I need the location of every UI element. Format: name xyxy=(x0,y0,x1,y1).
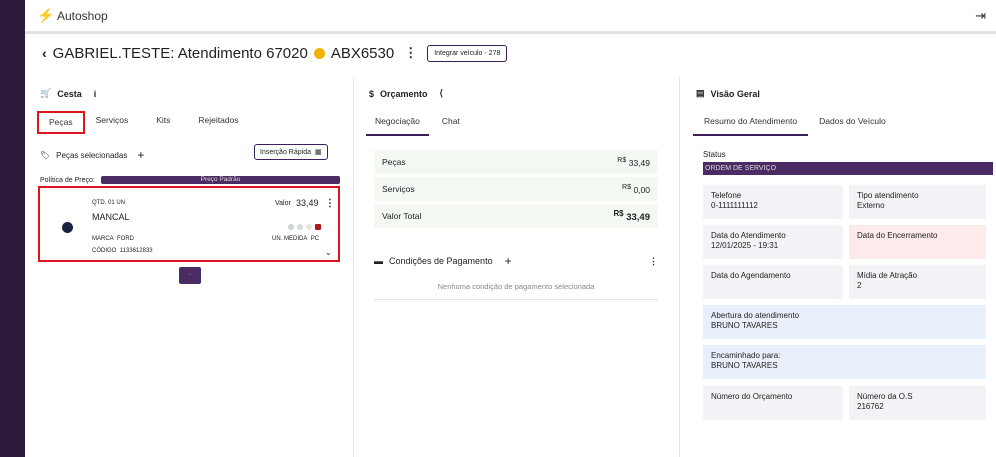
indicator-dot xyxy=(306,224,312,230)
integrate-vehicle-button[interactable]: Integrar veículo - 278 xyxy=(427,44,508,62)
barcode-icon: ▦ xyxy=(314,149,322,156)
tab-servicos[interactable]: Serviços xyxy=(87,111,138,134)
pagination-button[interactable]: · xyxy=(179,267,201,284)
status-value-bar: ORDEM DE SERVIÇO xyxy=(703,162,993,175)
tab-rejeitados[interactable]: Rejeitados xyxy=(189,111,247,134)
price-policy-select[interactable]: Preço Padrão xyxy=(100,176,340,184)
summary-value: R$ 33,49 xyxy=(617,156,650,168)
field-midia-atracao: Mídia de Atração 2 xyxy=(849,265,986,299)
payment-menu-icon[interactable]: ⋮ xyxy=(649,256,658,267)
visao-header: ▤ Visão Geral xyxy=(696,88,760,99)
part-unit: UN. MEDIDA PC xyxy=(272,236,320,242)
card-icon: ▬ xyxy=(374,256,383,266)
page-header: ‹ GABRIEL.TESTE: Atendimento 67020 ABX65… xyxy=(42,42,508,64)
add-part-icon[interactable]: + xyxy=(137,148,144,162)
orcamento-title: Orçamento xyxy=(380,88,428,99)
part-value: 33,49 xyxy=(296,198,319,208)
summary-value: R$ 33,49 xyxy=(613,208,650,224)
part-card[interactable]: QTD. 01 UN MANCAL Valor 33,49 ⋮ MARCA FO… xyxy=(38,186,340,262)
summary-value: R$ 0,00 xyxy=(622,183,650,195)
summary-label: Valor Total xyxy=(382,211,422,221)
selected-parts-header: 🏷 Peças selecionadas + xyxy=(40,148,144,162)
field-encaminhado: Encaminhado para: BRUNO TAVARES xyxy=(703,345,986,379)
orcamento-panel: $ Orçamento ⟨ Negociação Chat Peças R$ 3… xyxy=(354,76,680,457)
part-value-label: Valor xyxy=(275,200,291,207)
summary-label: Serviços xyxy=(382,184,415,194)
left-sidebar xyxy=(0,0,25,457)
tab-dados-veiculo[interactable]: Dados do Veículo xyxy=(810,112,895,136)
price-policy-row: Política de Preço: Preço Padrão xyxy=(40,176,340,184)
field-telefone: Telefone 0-1111111112 xyxy=(703,185,843,219)
more-options-icon[interactable]: ⋮ xyxy=(404,45,417,61)
field-data-agendamento: Data do Agendamento xyxy=(703,265,843,299)
orcamento-header: $ Orçamento ⟨ xyxy=(369,88,443,99)
page-title: GABRIEL.TESTE: Atendimento 67020 xyxy=(52,44,308,62)
part-code: CÓDIGO 1133612833 xyxy=(92,248,153,254)
price-policy-label: Política de Preço: xyxy=(40,176,95,184)
info-icon[interactable]: i xyxy=(94,89,97,99)
autoshop-logo-icon: ⚡ xyxy=(37,7,55,23)
visao-title: Visão Geral xyxy=(710,88,760,99)
payment-title: Condições de Pagamento xyxy=(389,256,493,266)
tab-chat[interactable]: Chat xyxy=(433,112,469,136)
indicator-dot xyxy=(315,224,321,230)
indicator-dot xyxy=(288,224,294,230)
dollar-icon: $ xyxy=(369,88,375,99)
tab-negociacao[interactable]: Negociação xyxy=(366,112,429,136)
field-numero-orcamento: Número do Orçamento xyxy=(703,386,843,420)
cart-icon: 🛒 xyxy=(40,88,52,98)
logout-icon[interactable]: ⇥ xyxy=(975,8,986,24)
status-label: Status xyxy=(703,150,726,159)
payment-header: ▬ Condições de Pagamento + ⋮ xyxy=(374,254,658,268)
field-data-encerramento: Data do Encerramento xyxy=(849,225,986,259)
visao-geral-panel: ▤ Visão Geral Resumo do Atendimento Dado… xyxy=(680,76,996,457)
document-icon: ▤ xyxy=(696,88,705,98)
quick-insert-label: Inserção Rápida xyxy=(260,148,311,156)
tag-icon: 🏷 xyxy=(40,150,51,160)
part-image xyxy=(62,222,73,233)
summary-label: Peças xyxy=(382,157,406,167)
part-brand: MARCA FORD xyxy=(92,236,135,242)
part-name: MANCAL xyxy=(92,212,130,222)
field-abertura: Abertura do atendimento BRUNO TAVARES xyxy=(703,305,986,339)
summary-row-servicos: Serviços R$ 0,00 xyxy=(374,177,658,201)
status-dot xyxy=(313,47,325,59)
payment-empty-text: Nenhuma condição de pagamento selecionad… xyxy=(374,282,658,300)
tab-resumo[interactable]: Resumo do Atendimento xyxy=(693,112,809,136)
selected-parts-label: Peças selecionadas xyxy=(56,150,128,160)
app-title: Autoshop xyxy=(57,8,108,23)
field-numero-os: Número da O.S 216762 xyxy=(849,386,986,420)
cesta-header: 🛒 Cesta i xyxy=(40,88,96,99)
cesta-title: Cesta xyxy=(57,88,82,99)
part-menu-icon[interactable]: ⋮ xyxy=(325,198,335,209)
expand-chevron-icon[interactable]: ⌄ xyxy=(325,248,332,257)
back-chevron-icon[interactable]: ‹ xyxy=(42,45,47,61)
field-tipo-atendimento: Tipo atendimento Externo xyxy=(849,185,986,219)
indicator-dot xyxy=(297,224,303,230)
part-qty: QTD. 01 UN xyxy=(92,200,126,206)
quick-insert-button[interactable]: Inserção Rápida ▦ xyxy=(254,144,328,160)
visao-tabs: Resumo do Atendimento Dados do Veículo xyxy=(693,112,895,136)
field-data-atendimento: Data do Atendimento 12/01/2025 - 19:31 xyxy=(703,225,843,259)
add-payment-icon[interactable]: + xyxy=(505,254,512,268)
share-icon[interactable]: ⟨ xyxy=(440,88,444,99)
tab-pecas[interactable]: Peças xyxy=(37,111,85,134)
top-bar: ⚡ Autoshop ⇥ xyxy=(25,0,996,34)
summary-row-pecas: Peças R$ 33,49 xyxy=(374,150,658,174)
vehicle-plate: ABX6530 xyxy=(330,44,395,62)
tab-kits[interactable]: Kits xyxy=(147,111,179,134)
summary-row-total: Valor Total R$ 33,49 xyxy=(374,204,658,228)
cesta-panel: 🛒 Cesta i Peças Serviços Kits Rejeitados… xyxy=(25,76,354,457)
cesta-tabs: Peças Serviços Kits Rejeitados xyxy=(37,111,248,134)
orcamento-tabs: Negociação Chat xyxy=(366,112,469,136)
